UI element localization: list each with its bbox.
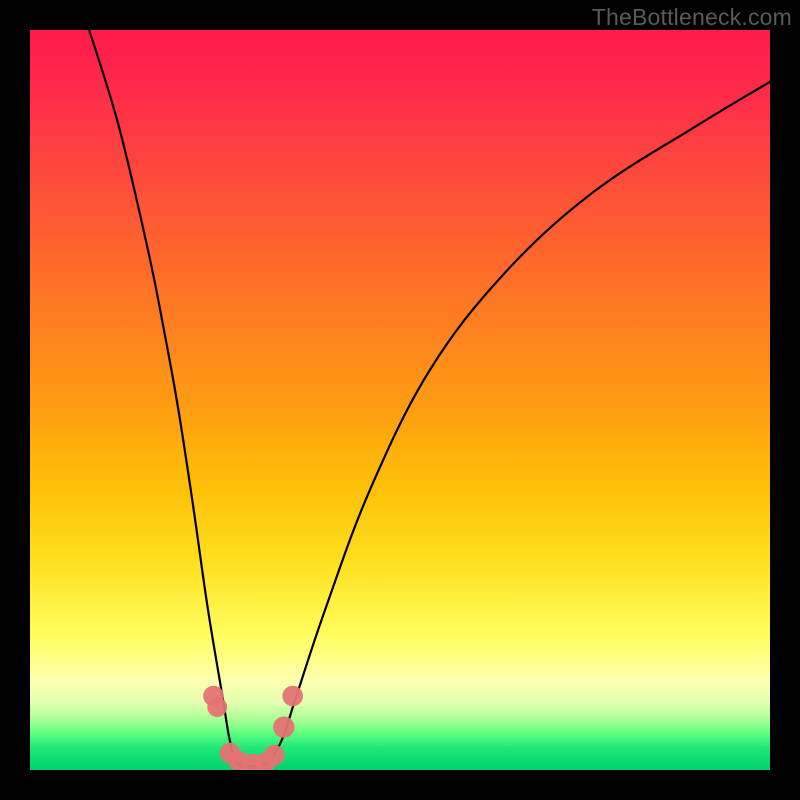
curve-marker xyxy=(282,686,303,707)
curve-marker xyxy=(273,716,294,737)
curve-marker xyxy=(264,745,285,766)
plot-area xyxy=(30,30,770,770)
curve-marker xyxy=(207,697,227,717)
bottleneck-curve-svg xyxy=(30,30,770,770)
curve-markers xyxy=(203,686,303,770)
bottleneck-curve xyxy=(89,30,770,766)
watermark-text: TheBottleneck.com xyxy=(592,4,792,31)
